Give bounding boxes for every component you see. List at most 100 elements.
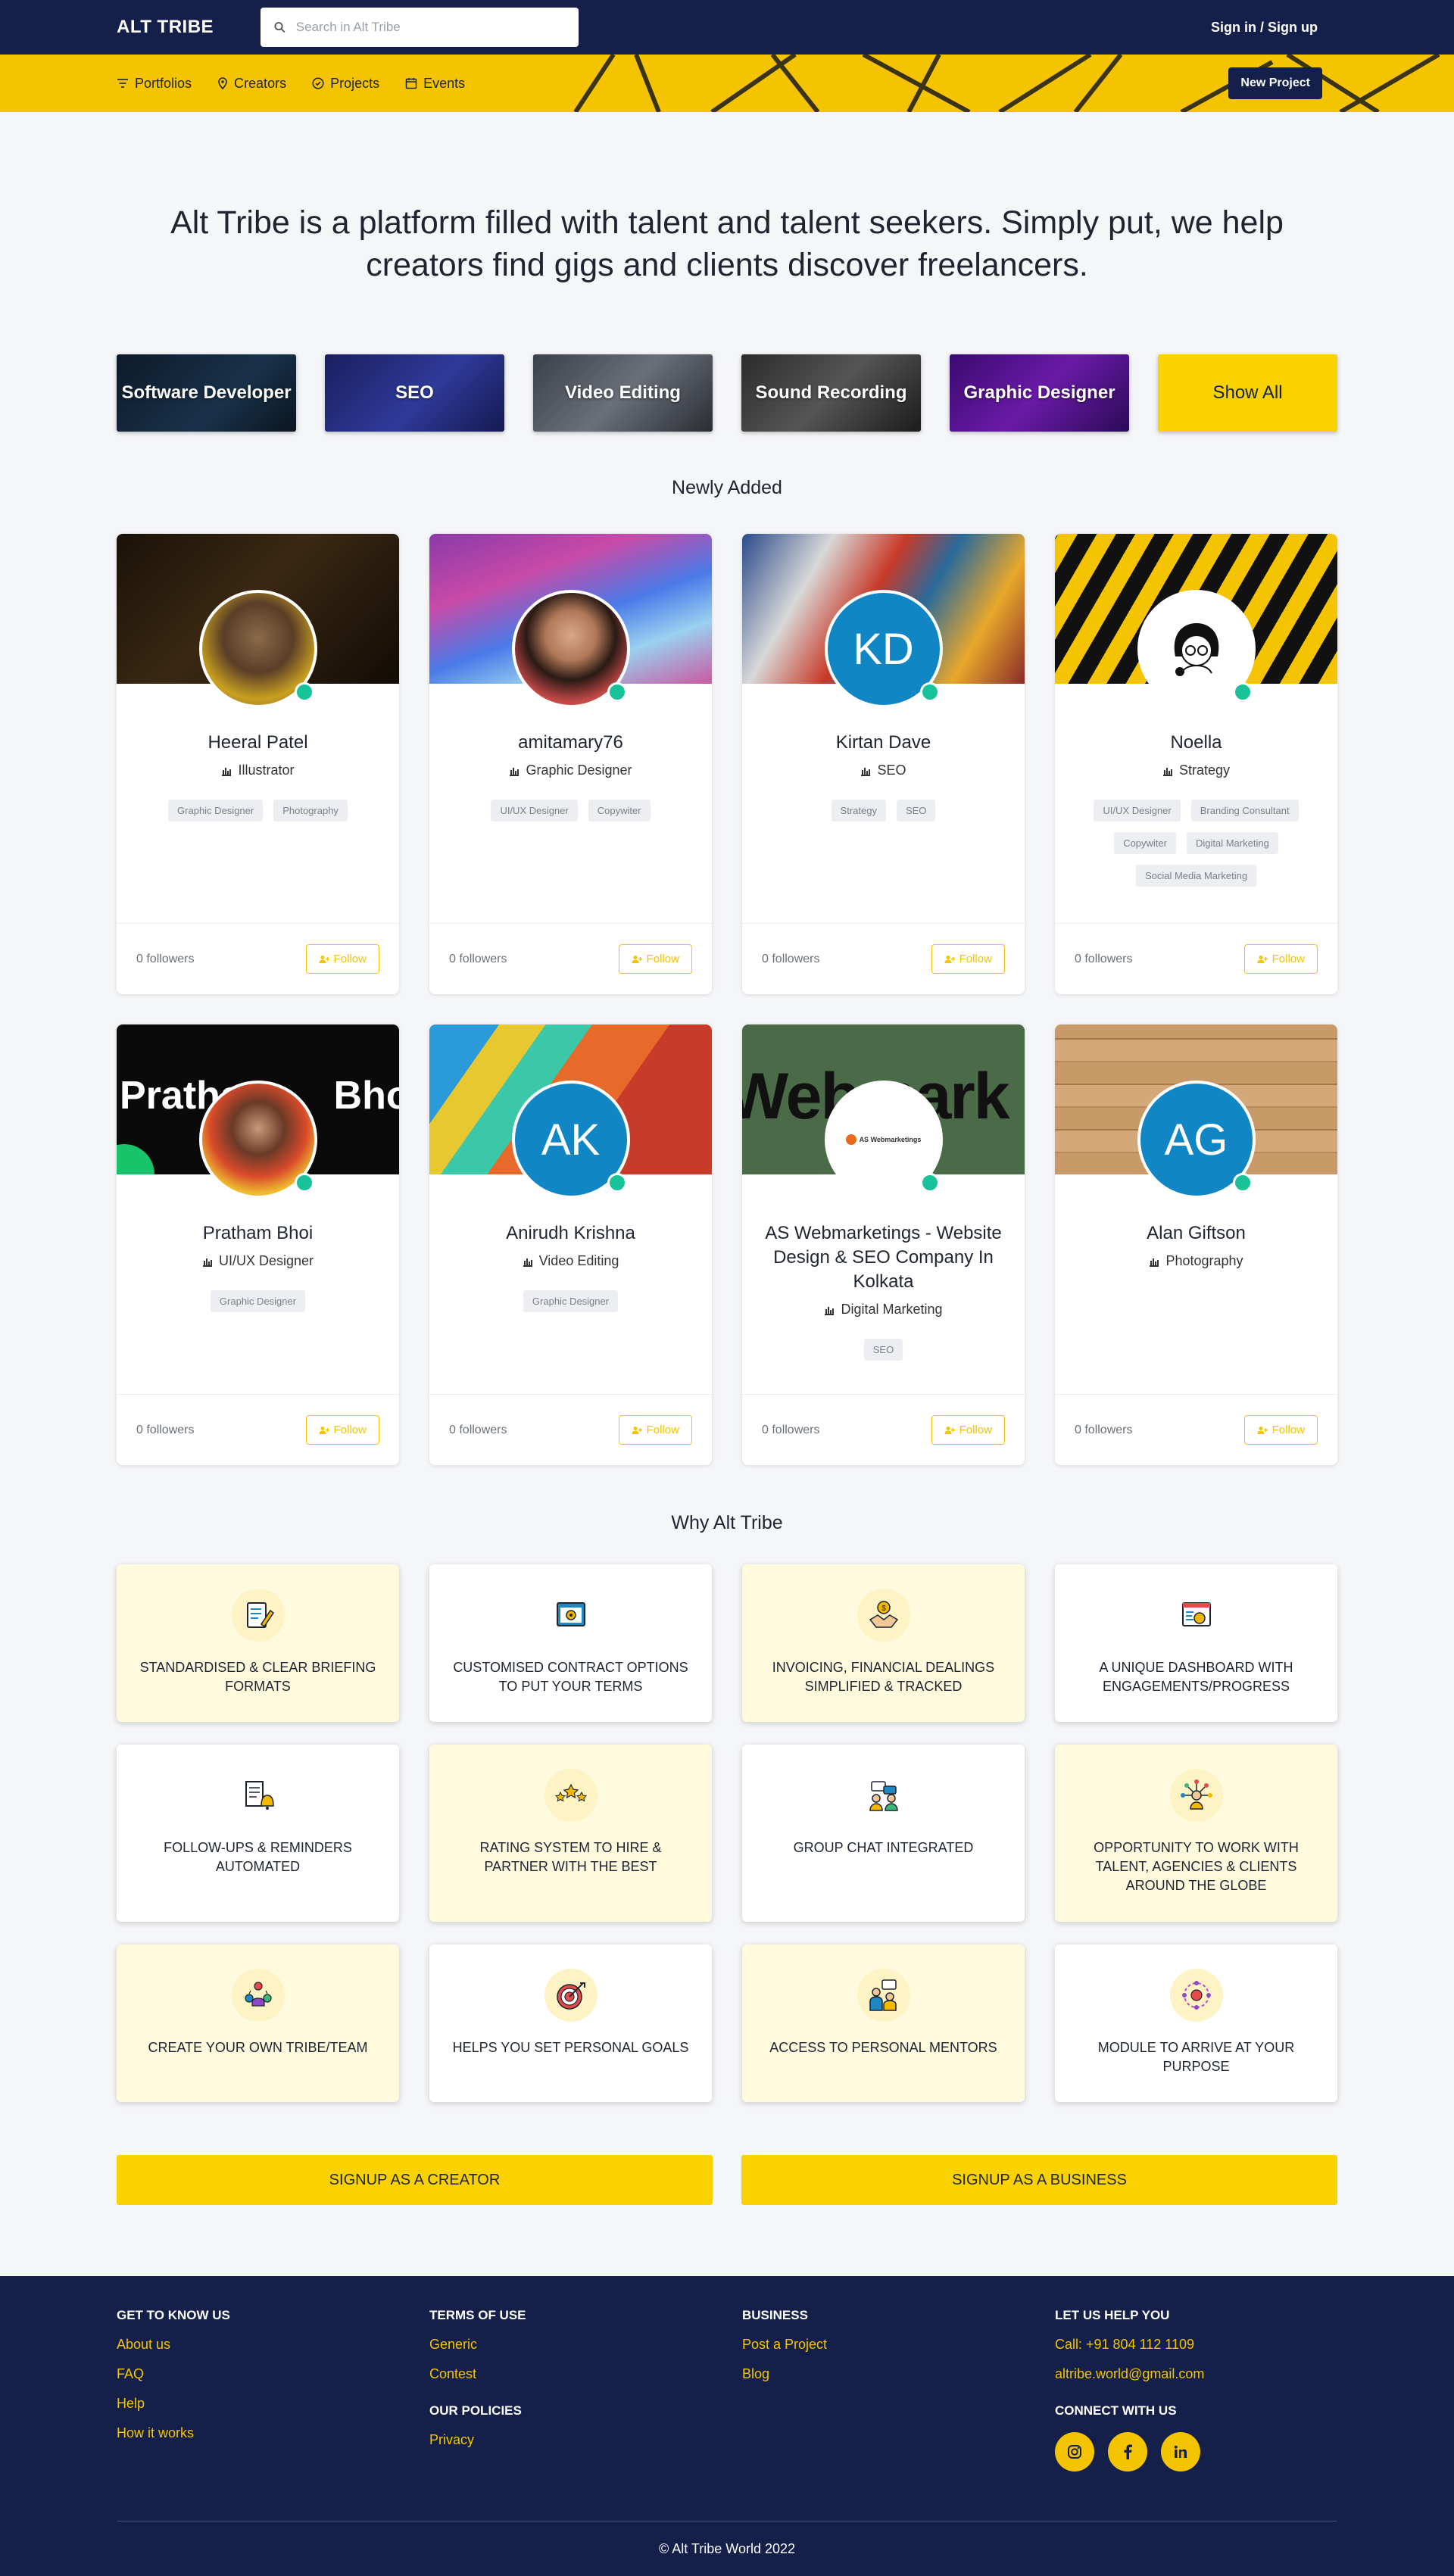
instagram-icon[interactable] [1055, 2432, 1094, 2472]
footer-link-faq[interactable]: FAQ [117, 2366, 429, 2382]
skill-tag: SEO [863, 1339, 903, 1361]
creator-role: UI/UX Designer [127, 1253, 388, 1269]
category-tiles: Software Developer SEO Video Editing Sou… [0, 354, 1454, 432]
creator-card[interactable]: amitamary76 Graphic Designer UI/UX Desig… [429, 534, 712, 994]
follow-button[interactable]: Follow [1243, 1415, 1318, 1445]
footer-link-about[interactable]: About us [117, 2337, 429, 2353]
feature-card: GROUP CHAT INTEGRATED [742, 1745, 1025, 1922]
chart-icon [510, 767, 520, 776]
creator-role: Illustrator [127, 763, 388, 778]
skill-tag: UI/UX Designer [491, 800, 578, 822]
signin-link[interactable]: Sign in / Sign up [1211, 20, 1318, 36]
contract-icon [544, 1589, 598, 1642]
brand-logo[interactable]: ALT TRIBE [117, 17, 261, 38]
category-sound-recording[interactable]: Sound Recording [741, 354, 921, 432]
footer-link-help[interactable]: Help [117, 2396, 429, 2412]
nav-label: Events [423, 75, 466, 91]
nav-label: Portfolios [135, 75, 192, 91]
feature-card: ACCESS TO PERSONAL MENTORS [742, 1944, 1025, 2102]
feature-card: CUSTOMISED CONTRACT OPTIONS TO PUT YOUR … [429, 1564, 712, 1722]
nav-projects[interactable]: Projects [312, 76, 379, 92]
facebook-icon[interactable] [1108, 2432, 1147, 2472]
creator-name[interactable]: AS Webmarketings - Website Design & SEO … [753, 1221, 1014, 1294]
follow-button[interactable]: Follow [931, 944, 1005, 974]
chart-icon [222, 767, 232, 776]
footer-link-privacy[interactable]: Privacy [429, 2432, 742, 2448]
creator-card[interactable]: AK Anirudh Krishna Video Editing Graphic… [429, 1024, 712, 1465]
add-user-icon [944, 955, 955, 963]
show-all-button[interactable]: Show All [1158, 354, 1337, 432]
follow-label: Follow [959, 953, 992, 965]
creator-card[interactable]: Noella Strategy UI/UX Designer Branding … [1055, 534, 1337, 994]
role-label: Digital Marketing [841, 1302, 943, 1317]
creator-name[interactable]: Kirtan Dave [753, 731, 1014, 755]
creator-name[interactable]: Anirudh Krishna [440, 1221, 701, 1246]
category-graphic-designer[interactable]: Graphic Designer [950, 354, 1129, 432]
footer-col-terms: TERMS OF USE Generic Contest OUR POLICIE… [429, 2308, 742, 2472]
creator-card[interactable]: Webmark AS Webmarketings AS Webmarketing… [742, 1024, 1025, 1465]
skill-tag: Digital Marketing [1186, 832, 1278, 854]
creator-name[interactable]: Heeral Patel [127, 731, 388, 755]
creator-name[interactable]: Alan Giftson [1066, 1221, 1327, 1246]
top-header: ALT TRIBE Sign in / Sign up [0, 0, 1454, 55]
footer-link-contest[interactable]: Contest [429, 2366, 742, 2382]
follow-button[interactable]: Follow [618, 1415, 692, 1445]
followers-count: 0 followers [1075, 1423, 1133, 1436]
location-pin-icon [218, 77, 227, 89]
footer-link-phone[interactable]: Call: +91 804 112 1109 [1055, 2337, 1368, 2353]
hero-tagline: Alt Tribe is a platform filled with tale… [170, 204, 1284, 283]
category-label: Show All [1212, 382, 1283, 403]
signup-creator-button[interactable]: SIGNUP AS A CREATOR [117, 2155, 713, 2205]
features-grid: STANDARDISED & CLEAR BRIEFING FORMATS CU… [0, 1564, 1454, 2102]
search-box[interactable] [261, 8, 579, 47]
creator-name[interactable]: amitamary76 [440, 731, 701, 755]
nav-portfolios[interactable]: Portfolios [117, 76, 192, 92]
follow-button[interactable]: Follow [305, 1415, 379, 1445]
feature-text: OPPORTUNITY TO WORK WITH TALENT, AGENCIE… [1094, 1840, 1299, 1893]
new-project-button[interactable]: New Project [1228, 67, 1322, 99]
footer-heading: CONNECT WITH US [1055, 2403, 1177, 2418]
nav-label: Creators [234, 75, 287, 91]
creator-name[interactable]: Pratham Bhoi [127, 1221, 388, 1246]
creator-card[interactable]: KD Kirtan Dave SEO Strategy SEO 0 follow… [742, 534, 1025, 994]
feature-text: STANDARDISED & CLEAR BRIEFING FORMATS [139, 1660, 376, 1694]
chart-icon [1162, 767, 1172, 776]
followers-count: 0 followers [762, 1423, 820, 1436]
creator-card[interactable]: Pratham Bhoi Pratham Bhoi UI/UX Designer… [117, 1024, 399, 1465]
skill-tag: Photography [273, 800, 348, 822]
category-video-editing[interactable]: Video Editing [533, 354, 713, 432]
follow-button[interactable]: Follow [305, 944, 379, 974]
add-user-icon [319, 955, 329, 963]
creator-card[interactable]: Heeral Patel Illustrator Graphic Designe… [117, 534, 399, 994]
footer-link-post-project[interactable]: Post a Project [742, 2337, 1055, 2353]
feature-text: CREATE YOUR OWN TRIBE/TEAM [148, 2040, 368, 2055]
online-status-dot [1232, 682, 1253, 702]
skill-tag: UI/UX Designer [1094, 800, 1181, 822]
feature-card: OPPORTUNITY TO WORK WITH TALENT, AGENCIE… [1055, 1745, 1337, 1922]
briefing-icon [231, 1589, 285, 1642]
online-status-dot [607, 682, 627, 702]
footer-link-blog[interactable]: Blog [742, 2366, 1055, 2382]
chart-icon [825, 1306, 835, 1315]
creator-card[interactable]: AG Alan Giftson Photography 0 followers … [1055, 1024, 1337, 1465]
follow-button[interactable]: Follow [931, 1415, 1005, 1445]
footer-link-email[interactable]: altribe.world@gmail.com [1055, 2366, 1368, 2382]
svg-text:$: $ [881, 1605, 886, 1613]
signup-business-button[interactable]: SIGNUP AS A BUSINESS [741, 2155, 1337, 2205]
footer-link-how-it-works[interactable]: How it works [117, 2425, 429, 2441]
role-label: Strategy [1178, 763, 1231, 778]
footer-link-generic[interactable]: Generic [429, 2337, 742, 2353]
follow-button[interactable]: Follow [618, 944, 692, 974]
feature-card: $ INVOICING, FINANCIAL DEALINGS SIMPLIFI… [742, 1564, 1025, 1722]
creator-name[interactable]: Noella [1066, 731, 1327, 755]
linkedin-icon[interactable] [1161, 2432, 1200, 2472]
network-icon [1169, 1769, 1223, 1822]
creator-role: Digital Marketing [753, 1302, 1014, 1318]
category-seo[interactable]: SEO [325, 354, 504, 432]
nav-creators[interactable]: Creators [217, 76, 286, 92]
search-input[interactable] [295, 20, 565, 35]
feature-card: STANDARDISED & CLEAR BRIEFING FORMATS [117, 1564, 399, 1722]
follow-button[interactable]: Follow [1243, 944, 1318, 974]
nav-events[interactable]: Events [405, 76, 465, 92]
category-software-developer[interactable]: Software Developer [117, 354, 296, 432]
